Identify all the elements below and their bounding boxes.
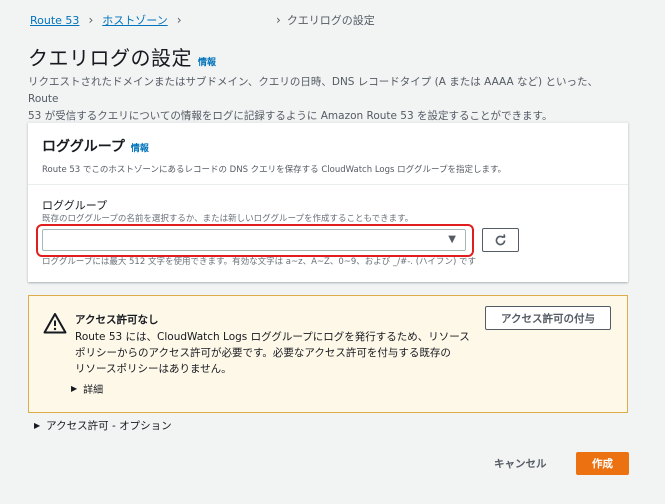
- permissions-optional-label: アクセス許可 - オプション: [46, 420, 172, 432]
- alert-body: Route 53 には、CloudWatch Logs ロググループにログを発行…: [75, 331, 470, 375]
- breadcrumb-route53[interactable]: Route 53: [30, 14, 79, 27]
- chevron-right-icon: ›: [176, 13, 182, 27]
- page-title: クエリログの設定: [28, 46, 192, 70]
- page-description: リクエストされたドメインまたはサブドメイン、クエリの日時、DNS レコードタイプ…: [28, 76, 598, 122]
- log-group-constraint: ロググループには最大 512 文字を使用できます。有効な文字は a~z、A~Z、…: [42, 257, 477, 267]
- breadcrumb-hosted-zones[interactable]: ホストゾーン: [102, 12, 167, 28]
- log-group-label: ロググループ: [42, 199, 108, 212]
- panel-info-link[interactable]: 情報: [131, 141, 149, 154]
- warning-alert: アクセス許可なし Route 53 には、CloudWatch Logs ロググ…: [28, 295, 628, 413]
- chevron-right-icon: ›: [276, 13, 281, 27]
- permissions-optional-toggle[interactable]: ▶ アクセス許可 - オプション: [34, 418, 172, 433]
- log-group-panel: ロググループ 情報 Route 53 でこのホストゾーンにあるレコードの DNS…: [28, 122, 628, 282]
- refresh-icon: [495, 233, 506, 245]
- panel-description: Route 53 でこのホストゾーンにあるレコードの DNS クエリを保存する …: [42, 165, 507, 175]
- alert-details-toggle[interactable]: ▶ 詳細: [71, 381, 103, 396]
- chevron-right-icon: ›: [88, 13, 94, 27]
- panel-header: ロググループ 情報 Route 53 でこのホストゾーンにあるレコードの DNS…: [28, 123, 628, 185]
- log-group-hint: 既存のロググループの名前を選択するか、または新しいロググループを作成することもで…: [42, 214, 414, 224]
- create-button[interactable]: 作成: [576, 452, 629, 475]
- caret-right-icon: ▶: [71, 384, 78, 393]
- panel-title: ロググループ: [42, 139, 125, 155]
- caret-right-icon: ▶: [34, 421, 41, 430]
- alert-details-label: 詳細: [83, 385, 104, 396]
- grant-permission-button[interactable]: アクセス許可の付与: [485, 306, 611, 330]
- page-info-link[interactable]: 情報: [198, 55, 216, 68]
- page-header: クエリログの設定 情報: [28, 42, 216, 71]
- breadcrumb-current: › クエリログの設定: [276, 13, 375, 27]
- cancel-button[interactable]: キャンセル: [494, 456, 547, 471]
- alert-title: アクセス許可なし: [75, 314, 159, 326]
- caret-down-icon: ▼: [448, 234, 456, 245]
- breadcrumb: Route 53 › ホストゾーン › › クエリログの設定: [30, 12, 375, 28]
- log-group-select[interactable]: ▼: [42, 229, 466, 251]
- warning-icon: [43, 313, 67, 334]
- refresh-button[interactable]: [482, 228, 519, 252]
